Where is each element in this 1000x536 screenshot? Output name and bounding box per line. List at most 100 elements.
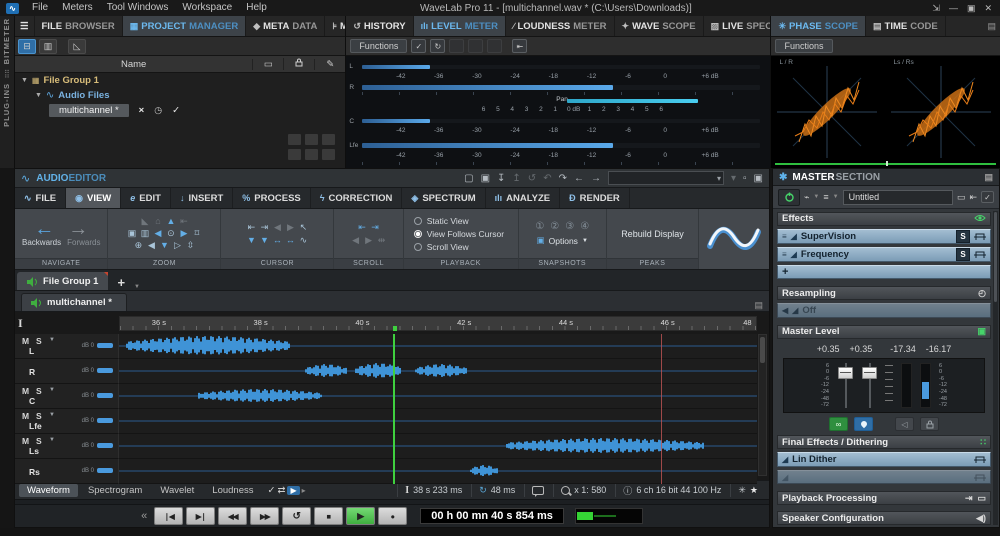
anti-clip-button[interactable] [854,417,873,431]
menu-tool-windows[interactable]: Tool Windows [100,0,176,16]
time-display[interactable]: 00 h 00 mn 40 s 854 ms [420,508,564,524]
comment-status[interactable] [524,483,551,497]
final-effects-section-header[interactable]: Final Effects / Dithering ∷ [777,435,991,449]
menu-workspace[interactable]: Workspace [175,0,239,16]
dock-options-icon[interactable]: ▣ [754,173,763,184]
tab-correction[interactable]: ϟCORRECTION [311,188,403,208]
tab-timecode[interactable]: ▤TIMECODE [866,16,946,36]
navigate-forwards-button[interactable]: → [68,220,88,238]
fader-handle[interactable] [862,367,877,379]
radio-selected-icon[interactable] [414,230,422,238]
cursor-selection-icon[interactable]: ↔ [284,235,297,246]
dither-slot[interactable]: ◢ Lin Dither [777,452,991,467]
file-name-field[interactable]: multichannel * [49,104,129,117]
favorites-status[interactable]: ✳★ [730,483,765,497]
float-window-icon[interactable]: ▫ [743,173,747,184]
options-button[interactable]: Options [549,236,578,246]
gain-pill[interactable] [97,393,113,398]
radio-icon[interactable] [414,243,422,251]
panel-options-icon[interactable]: ▤ [984,172,993,183]
wave-vertical-scrollbar[interactable] [758,334,767,476]
apply-check-icon[interactable]: ✓ [981,191,994,203]
effects-visibility-icon[interactable] [974,214,986,224]
snapshot-2-button[interactable]: ② [550,221,559,232]
snapshot-1-button[interactable]: ① [535,221,544,232]
cursor-marker-a-icon[interactable]: ▼ [245,235,258,246]
resampling-slot[interactable]: ◀ ◢ Off [777,303,991,318]
rebuild-display-button[interactable]: Rebuild Display [621,229,684,239]
meter-mode-2-icon[interactable] [468,39,483,53]
menu-help[interactable]: Help [239,0,274,16]
chevron-down-icon[interactable]: ▼ [833,194,839,200]
zoom-in-horizontal-icon[interactable]: ▶ [177,228,190,239]
file-group-tab[interactable]: File Group 1 [17,272,108,290]
bypass-icon[interactable] [974,455,986,464]
tab-phasescope[interactable]: ✳PHASESCOPE [771,16,866,36]
mute-button[interactable]: M [22,436,29,446]
tab-history[interactable]: ↺HISTORY [346,16,413,36]
chevron-down-icon[interactable]: ▼ [134,284,140,290]
plugin-chain-icon[interactable]: ⌁ [804,192,809,203]
playback-processing-header[interactable]: Playback Processing ⇥ ▭ [777,491,991,505]
navigate-backwards-button[interactable]: ← [34,220,54,238]
resampling-section-header[interactable]: Resampling ◴ [777,286,991,300]
pan-bar[interactable] [567,99,698,103]
refresh-icon[interactable]: ↺ [528,173,536,184]
drag-handle-icon[interactable]: ≡ [782,232,787,241]
drag-handle-icon[interactable]: ≡ [782,250,787,259]
tab-edit[interactable]: eEDIT [121,188,171,208]
reset-chain-icon[interactable]: ⇤ [969,192,977,203]
speaker-icon[interactable]: ◀) [976,513,986,524]
zoom-selection-icon[interactable]: ◣ [138,216,151,227]
lock-column-icon[interactable] [283,58,314,70]
preset-name-field[interactable]: Untitled [843,190,953,205]
cursor-marker-b-icon[interactable]: ▼ [258,235,271,246]
chevron-down-icon[interactable]: ▼ [813,194,819,200]
forward-button[interactable]: ▶▶ [250,507,279,525]
maximize-icon[interactable]: ▣ [967,3,976,14]
zoom-out-vertical-icon[interactable]: ▼ [158,240,171,251]
tab-wave-scope[interactable]: ✦WAVESCOPE [615,16,704,36]
redo-icon[interactable]: ↷ [559,173,567,184]
tab-level-meter[interactable]: ılıLEVELMETER [414,16,506,36]
collapse-transport-icon[interactable]: « [141,510,147,522]
scrollbar-thumb[interactable] [994,212,997,302]
nav-back-icon[interactable]: ← [574,173,584,184]
tab-file-browser[interactable]: FILEBROWSER [35,16,123,36]
master-level-section-header[interactable]: Master Level ▣ [777,325,991,339]
add-plugin-slot[interactable]: + [777,265,991,280]
gain-pill[interactable] [97,368,113,373]
option-scroll-view[interactable]: Scroll View [414,240,469,253]
cursor-pointer-icon[interactable]: ↖ [297,222,310,233]
rewind-button[interactable]: ◀◀ [218,507,247,525]
nav-forward-icon[interactable]: → [591,173,601,184]
monitor-column-icon[interactable]: ▭ [252,59,283,70]
tab-file[interactable]: ∿FILE [15,188,66,208]
zoom-preset-dropdown[interactable]: ▾ [608,171,724,185]
zoom-fit-icon[interactable]: ⇳ [184,240,197,251]
power-button[interactable] [778,189,800,206]
playhead[interactable] [393,334,395,484]
link-faders-button[interactable]: ∞ [829,417,848,431]
zoom-left-icon[interactable]: ◀ [145,240,158,251]
radio-icon[interactable] [414,217,422,225]
solo-button[interactable]: S [36,411,42,421]
minimize-icon[interactable]: — [949,3,958,14]
magnify-icon[interactable]: ⊕ [132,240,145,251]
tree-view-icon[interactable]: ⊟ [18,39,36,54]
scroll-start-icon[interactable]: ⇤ [356,222,369,233]
hamburger-icon[interactable]: ☰ [15,16,35,36]
scroll-end-icon[interactable]: ⇥ [369,222,382,233]
file-tab-multichannel[interactable]: multichannel * [21,293,127,311]
zoom-loop-icon[interactable]: ⌂ [151,216,164,227]
chevron-down-icon[interactable]: ▼ [49,437,55,443]
master-fader-right[interactable] [861,363,877,409]
loop-button[interactable]: ↺ [282,507,311,525]
chevron-down-icon[interactable]: ▼ [49,337,55,343]
restore-icon[interactable]: ⇲ [932,3,940,14]
file-list-icon[interactable]: ▤ [754,300,763,311]
time-ruler[interactable]: 36 s38 s 40 s42 s 44 s46 s 48 [119,316,757,331]
tab-loudness[interactable]: Loudness [204,484,261,497]
tab-meta-data[interactable]: ◆METADATA [246,16,325,36]
mute-button[interactable]: M [22,336,29,346]
